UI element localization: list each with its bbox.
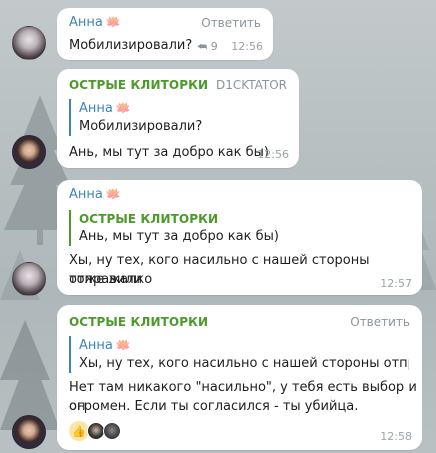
message-time: 12:56 xyxy=(231,40,263,53)
reply-quote[interactable]: Анна 🪷 Мобилизировали? xyxy=(69,99,269,136)
message-text: Ань, мы тут за добро как бы) xyxy=(69,145,269,160)
reply-quote[interactable]: ОСТРЫЕ КЛИТОРКИ Ань, мы тут за добро как… xyxy=(69,210,329,246)
admin-tag: D1CKTATOR xyxy=(216,78,287,92)
message-author[interactable]: Анна 🪷 xyxy=(69,15,121,30)
message-author[interactable]: ОСТРЫЕ КЛИТОРКИ xyxy=(69,78,208,92)
message-bubble: Анна 🪷 ОСТРЫЕ КЛИТОРКИ Ань, мы тут за доб… xyxy=(57,180,422,295)
reactor-avatar xyxy=(103,422,121,440)
quote-text: Мобилизировали? xyxy=(79,119,203,134)
quote-author: ОСТРЫЕ КЛИТОРКИ xyxy=(79,212,219,226)
message-time: 12:57 xyxy=(380,277,412,290)
message-author[interactable]: ОСТРЫЕ КЛИТОРКИ xyxy=(69,315,208,329)
reply-quote[interactable]: Анна 🪷 Хы, ну тех, кого насильно с нашей … xyxy=(69,336,409,373)
message-time: 12:56 xyxy=(257,148,289,161)
message-author[interactable]: Анна 🪷 xyxy=(69,187,121,202)
message-time: 12:58 xyxy=(380,430,412,443)
lotus-icon: 🪷 xyxy=(105,15,121,29)
forward-count[interactable]: ⮪ 9 xyxy=(197,40,218,54)
avatar-ostrye[interactable] xyxy=(12,415,46,449)
reply-button[interactable]: Ответить xyxy=(350,315,410,329)
message-bubble: Анна 🪷 Ответить Мобилизировали? ⮪ 9 12:56 xyxy=(57,8,273,60)
avatar-ostrye[interactable] xyxy=(12,135,46,169)
reply-button[interactable]: Ответить xyxy=(201,16,261,30)
lotus-icon: 🪷 xyxy=(105,187,121,201)
quote-text: Ань, мы тут за добро как бы) xyxy=(79,229,279,244)
reactions[interactable]: 👍 xyxy=(69,421,121,441)
quote-author: Анна 🪷 xyxy=(79,338,131,353)
quote-author: Анна 🪷 xyxy=(79,101,131,116)
avatar-anna[interactable] xyxy=(12,262,46,296)
message-text-line: тоже жалко xyxy=(69,272,153,287)
lotus-icon: 🪷 xyxy=(115,101,131,115)
message-bubble: ОСТРЫЕ КЛИТОРКИ Ответить Анна 🪷 Хы, ну те… xyxy=(57,305,422,450)
avatar-anna[interactable] xyxy=(12,26,46,60)
quote-text: Хы, ну тех, кого насильно с нашей сторон… xyxy=(79,356,409,371)
lotus-icon: 🪷 xyxy=(115,338,131,352)
message-bubble: ОСТРЫЕ КЛИТОРКИ D1CKTATOR Анна 🪷 Мобилизи… xyxy=(57,69,299,168)
message-text: Мобилизировали? xyxy=(69,38,193,53)
forward-arrow-icon: ⮪ xyxy=(197,40,208,53)
thumbs-up-icon: 👍 xyxy=(69,421,89,441)
message-text-line: огромен. Если ты согласился - ты убийца. xyxy=(69,399,359,414)
